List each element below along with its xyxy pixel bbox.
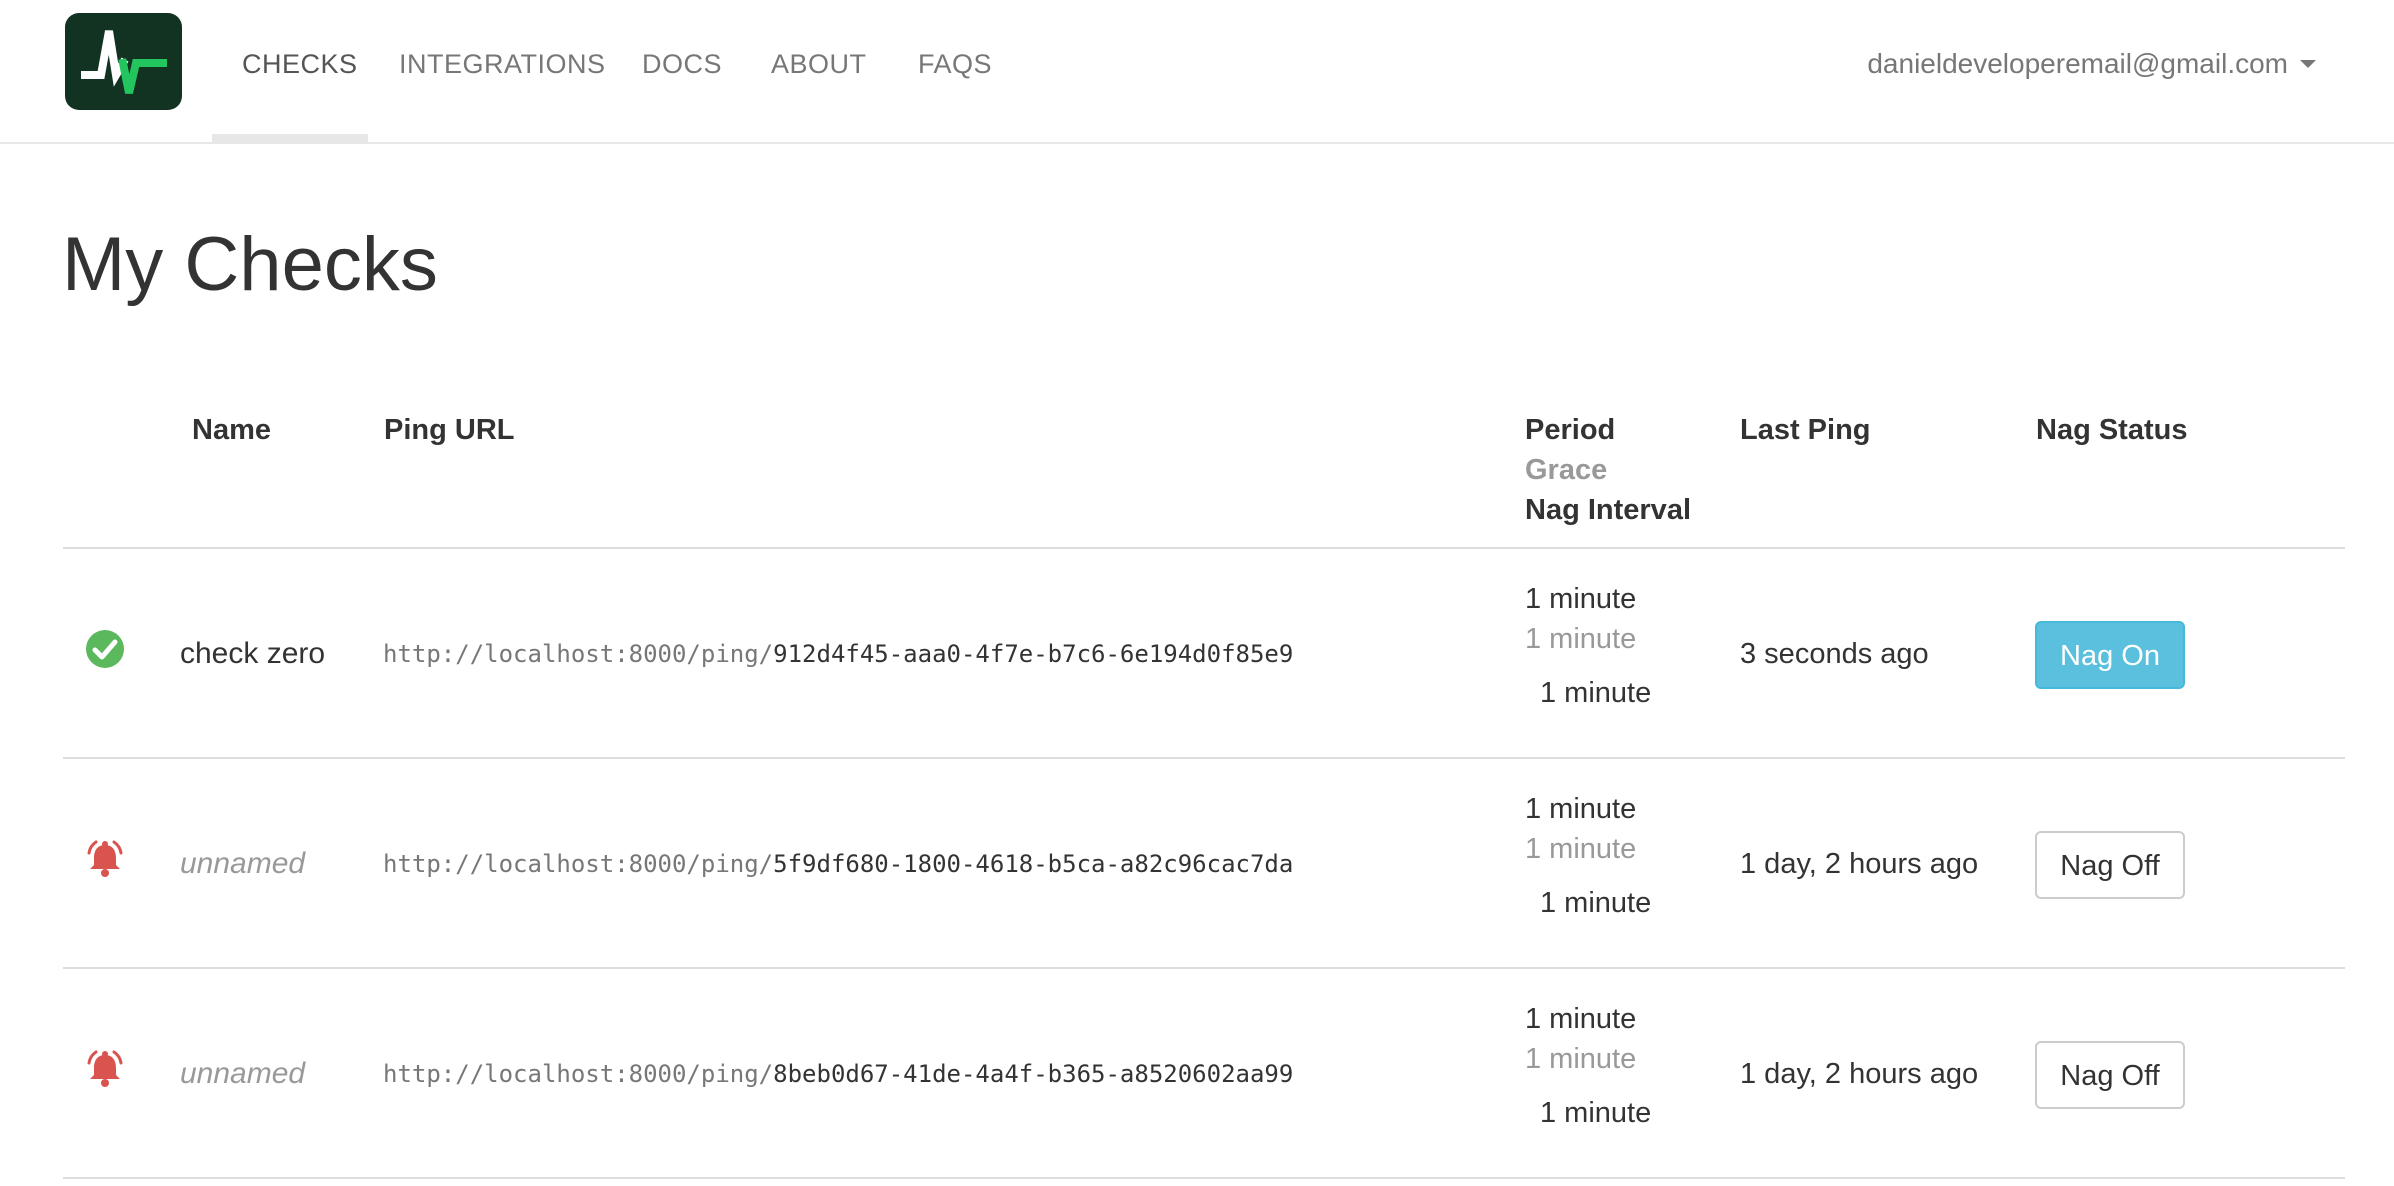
alarm-bell-icon — [85, 839, 125, 879]
caret-down-icon — [2300, 59, 2316, 68]
header-period: Period — [1525, 414, 1616, 446]
header-last-ping: Last Ping — [1740, 414, 1871, 446]
ping-url-code: 912d4f45-aaa0-4f7e-b7c6-6e194d0f85e9 — [773, 640, 1294, 668]
nav-about[interactable]: ABOUT — [771, 0, 867, 144]
logo[interactable] — [65, 13, 182, 110]
nag-on-button[interactable]: Nag On — [2035, 621, 2185, 689]
timeout-settings[interactable]: 1 minute 1 minute 1 minute — [1525, 579, 1651, 713]
check-circle-icon — [85, 629, 125, 669]
timeout-grace: 1 minute — [1525, 1043, 1637, 1075]
ping-url-base: http://localhost:8000/ping/ — [383, 640, 774, 668]
timeout-period: 1 minute — [1525, 583, 1637, 615]
check-name[interactable]: unnamed — [180, 969, 305, 1179]
pulse-logo-icon — [81, 30, 167, 94]
check-name[interactable]: unnamed — [180, 759, 305, 969]
user-email: danieldeveloperemail@gmail.com — [1867, 48, 2288, 79]
header-name: Name — [192, 414, 271, 446]
ping-url-base: http://localhost:8000/ping/ — [383, 1060, 774, 1088]
nag-off-button[interactable]: Nag Off — [2035, 831, 2185, 899]
check-row: unnamed http://localhost:8000/ping/8beb0d… — [63, 969, 2345, 1179]
timeout-grace: 1 minute — [1525, 623, 1637, 655]
header-nag-status: Nag Status — [2036, 414, 2188, 446]
timeout-period: 1 minute — [1525, 1003, 1637, 1035]
timeout-period: 1 minute — [1525, 793, 1637, 825]
ping-url[interactable]: http://localhost:8000/ping/8beb0d67-41de… — [383, 969, 1293, 1179]
header-nag-interval: Nag Interval — [1525, 494, 1691, 526]
last-ping[interactable]: 1 day, 2 hours ago — [1740, 969, 1978, 1179]
check-row: check zero http://localhost:8000/ping/912… — [63, 549, 2345, 759]
header-timeouts: Period Grace Nag Interval — [1525, 410, 1691, 530]
ping-url[interactable]: http://localhost:8000/ping/912d4f45-aaa0… — [383, 549, 1293, 759]
ping-url[interactable]: http://localhost:8000/ping/5f9df680-1800… — [383, 759, 1293, 969]
page-title: My Checks — [62, 222, 438, 307]
ping-url-code: 5f9df680-1800-4618-b5ca-a82c96cac7da — [773, 850, 1294, 878]
check-name[interactable]: check zero — [180, 549, 325, 759]
active-nav-indicator — [212, 134, 368, 144]
alarm-bell-icon — [85, 1049, 125, 1089]
timeout-settings[interactable]: 1 minute 1 minute 1 minute — [1525, 999, 1651, 1133]
header-ping-url: Ping URL — [384, 414, 515, 446]
nav-integrations[interactable]: INTEGRATIONS — [399, 0, 606, 144]
nav-docs[interactable]: DOCS — [642, 0, 722, 144]
timeout-settings[interactable]: 1 minute 1 minute 1 minute — [1525, 789, 1651, 923]
last-ping[interactable]: 1 day, 2 hours ago — [1740, 759, 1978, 969]
header-grace: Grace — [1525, 454, 1608, 486]
timeout-grace: 1 minute — [1525, 833, 1637, 865]
ping-url-code: 8beb0d67-41de-4a4f-b365-a8520602aa99 — [773, 1060, 1294, 1088]
nag-off-button[interactable]: Nag Off — [2035, 1041, 2185, 1109]
nav-checks[interactable]: CHECKS — [242, 0, 358, 144]
timeout-nag-interval: 1 minute — [1540, 677, 1652, 709]
nav-faqs[interactable]: FAQS — [918, 0, 992, 144]
check-row: unnamed http://localhost:8000/ping/5f9df6… — [63, 759, 2345, 969]
timeout-nag-interval: 1 minute — [1540, 1097, 1652, 1129]
ping-url-base: http://localhost:8000/ping/ — [383, 850, 774, 878]
last-ping[interactable]: 3 seconds ago — [1740, 549, 1929, 759]
navbar: CHECKS INTEGRATIONS DOCS ABOUT FAQS dani… — [0, 0, 2394, 144]
timeout-nag-interval: 1 minute — [1540, 887, 1652, 919]
user-menu[interactable]: danieldeveloperemail@gmail.com — [1867, 0, 2316, 128]
